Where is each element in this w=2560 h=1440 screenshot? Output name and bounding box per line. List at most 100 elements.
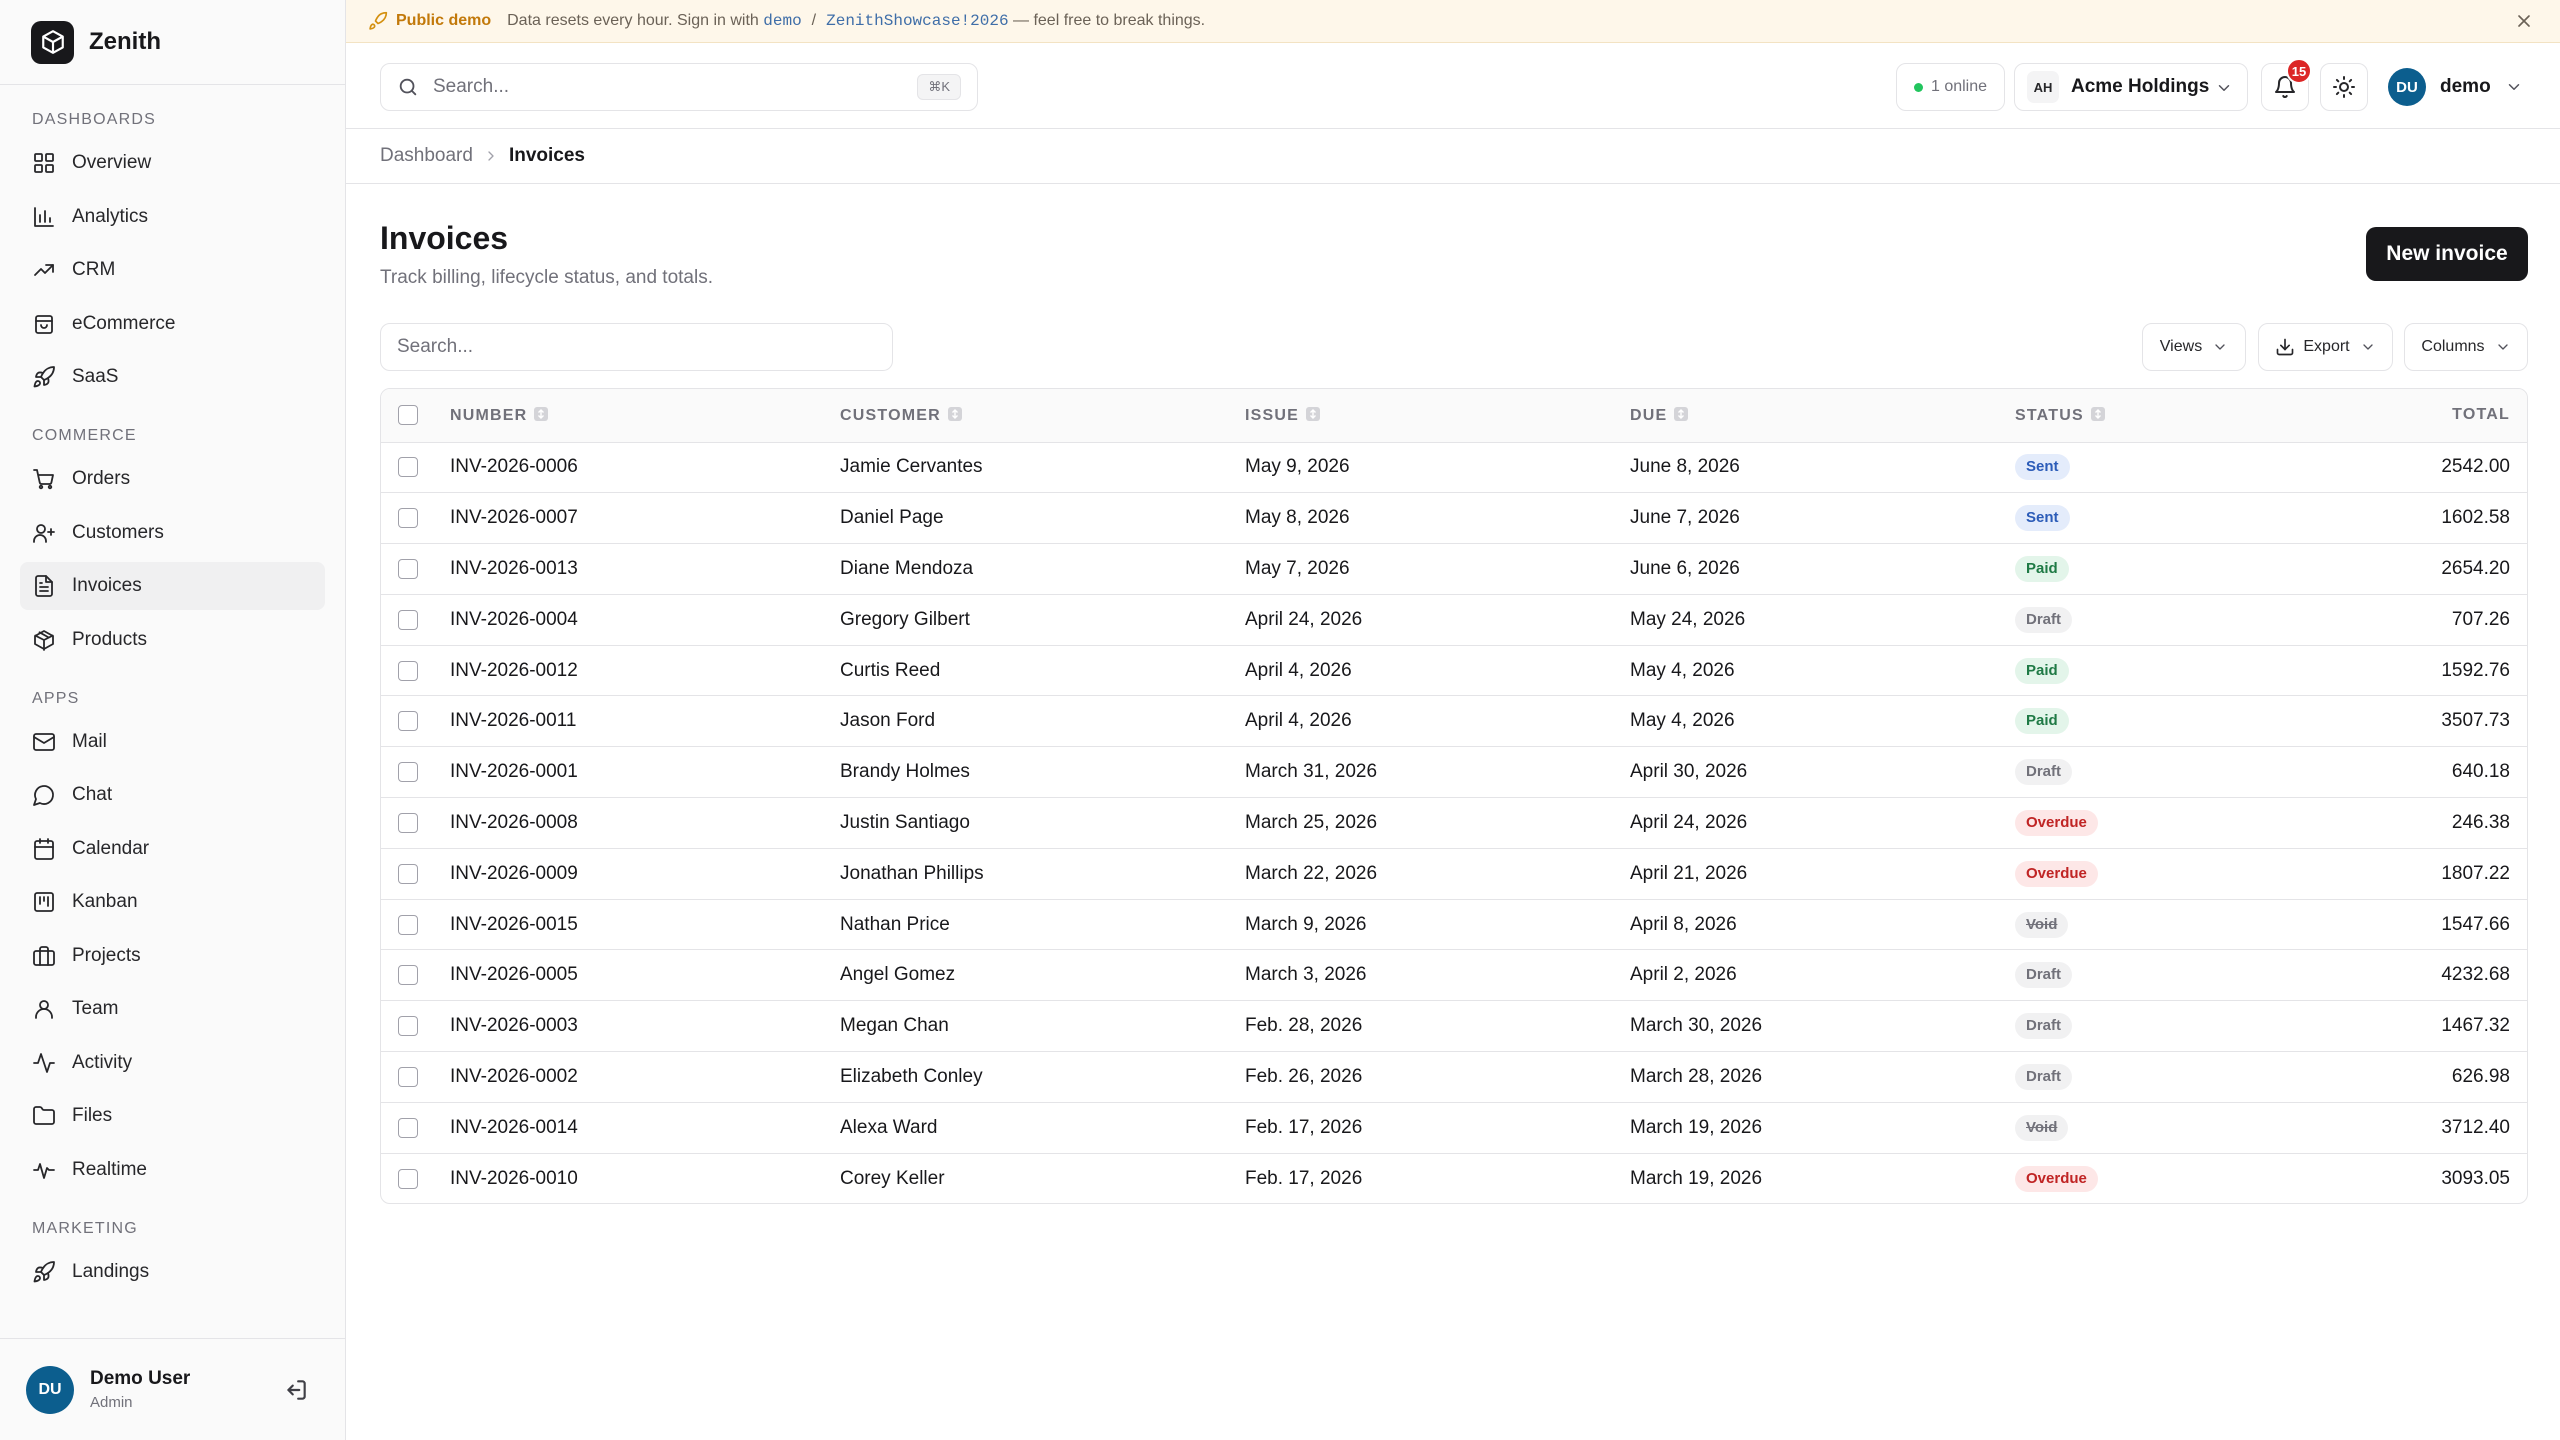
breadcrumb: Dashboard Invoices [346,129,2560,184]
banner-text: Data resets every hour. Sign in with [507,12,759,29]
column-header-customer[interactable]: CUSTOMER [840,389,1245,443]
sidebar-item-label: Invoices [72,575,142,596]
sidebar-item-crm[interactable]: CRM [20,246,325,294]
sidebar-item-team[interactable]: Team [20,985,325,1033]
sidebar-item-activity[interactable]: Activity [20,1039,325,1087]
status-badge: Paid [2015,555,2069,582]
sidebar-item-overview[interactable]: Overview [20,139,325,187]
export-button[interactable]: Export [2258,323,2393,371]
app: Zenith DASHBOARDS Overview Analytics CRM eCo… [0,0,2560,1440]
sidebar-item-label: CRM [72,259,116,280]
table-row[interactable]: INV-2026-0005 Angel Gomez March 3, 2026 Apr… [381,949,2527,1002]
row-select-cell [381,1051,450,1103]
row-checkbox[interactable] [398,711,418,732]
sidebar-item-invoices[interactable]: Invoices [20,562,325,610]
due-date: May 4, 2026 [1630,645,2015,697]
row-checkbox[interactable] [398,914,418,935]
pulse-icon [32,1158,56,1182]
new-invoice-button[interactable]: New invoice [2366,227,2528,281]
logout-icon[interactable] [283,1377,309,1403]
row-checkbox[interactable] [398,457,418,478]
table-row[interactable]: INV-2026-0013 Diane Mendoza May 7, 2026 Jun… [381,543,2527,595]
user-plus-icon [32,521,56,545]
sidebar-item-realtime[interactable]: Realtime [20,1146,325,1194]
table-row[interactable]: INV-2026-0015 Nathan Price March 9, 2026 Ap… [381,899,2527,951]
sidebar-item-customers[interactable]: Customers [20,509,325,557]
table-row[interactable]: INV-2026-0002 Elizabeth Conley Feb. 26, 20… [381,1051,2527,1103]
banner-note: — feel free to break things. [1013,12,1206,29]
status-badge: Paid [2015,708,2069,735]
sidebar-item-orders[interactable]: Orders [20,455,325,503]
column-header-total[interactable]: TOTAL [2265,389,2527,443]
avatar[interactable]: DU [26,1365,74,1414]
brand[interactable]: Zenith [0,0,345,85]
sidebar-item-saas[interactable]: SaaS [20,353,325,401]
table-row[interactable]: INV-2026-0010 Corey Keller Feb. 17, 2026 Ma… [381,1153,2527,1203]
chevron-down-icon [2497,344,2508,350]
row-checkbox[interactable] [398,863,418,884]
user-menu[interactable]: DU demo [2388,63,2523,111]
table-search-input[interactable] [380,323,893,371]
row-checkbox[interactable] [398,1117,418,1138]
select-all-checkbox[interactable] [398,405,418,426]
sidebar-item-chat[interactable]: Chat [20,771,325,819]
column-header-status[interactable]: STATUS [2015,389,2265,443]
row-checkbox[interactable] [398,1066,418,1087]
due-date: June 7, 2026 [1630,492,2015,545]
columns-button[interactable]: Columns [2404,323,2528,371]
row-checkbox[interactable] [398,812,418,833]
sidebar-item-products[interactable]: Products [20,616,325,664]
table-row[interactable]: INV-2026-0011 Jason Ford April 4, 2026 May … [381,695,2527,748]
org-name: Acme Holdings [2071,76,2210,97]
sidebar-item-ecommerce[interactable]: eCommerce [20,300,325,348]
row-checkbox[interactable] [398,558,418,579]
row-checkbox[interactable] [398,965,418,986]
sidebar-item-kanban[interactable]: Kanban [20,878,325,926]
user-menu-name: demo [2440,76,2491,97]
column-header-label: NUMBER [450,406,528,424]
row-checkbox[interactable] [398,508,418,529]
sidebar-item-files[interactable]: Files [20,1092,325,1140]
issue-date: Feb. 17, 2026 [1245,1102,1630,1154]
table-row[interactable]: INV-2026-0004 Gregory Gilbert April 24, 20… [381,594,2527,646]
global-search-input[interactable]: Search... ⌘K [380,63,978,111]
breadcrumb-parent[interactable]: Dashboard [380,145,473,167]
sidebar-item-mail[interactable]: Mail [20,718,325,766]
row-checkbox[interactable] [398,762,418,783]
org-switcher[interactable]: AH Acme Holdings [2014,63,2248,111]
customer-name: Jonathan Phillips [840,848,1245,900]
table-row[interactable]: INV-2026-0009 Jonathan Phillips March 22, … [381,848,2527,900]
search-icon [399,78,417,96]
column-header-number[interactable]: NUMBER [450,389,840,443]
status-badge: Draft [2015,1063,2073,1090]
table-row[interactable]: INV-2026-0003 Megan Chan Feb. 28, 2026 Marc… [381,1000,2527,1053]
sidebar-item-calendar[interactable]: Calendar [20,825,325,873]
sidebar-item-projects[interactable]: Projects [20,932,325,980]
theme-toggle-button[interactable] [2320,63,2368,111]
row-select-cell [381,848,450,900]
sidebar-item-landings[interactable]: Landings [20,1248,325,1296]
views-button[interactable]: Views [2142,323,2246,371]
row-checkbox[interactable] [398,1168,418,1189]
select-all-cell [381,389,450,443]
row-checkbox[interactable] [398,660,418,681]
close-icon[interactable] [2514,11,2534,31]
sidebar-item-label: Analytics [72,205,149,227]
table-row[interactable]: INV-2026-0007 Daniel Page May 8, 2026 June … [381,492,2527,545]
notifications-button[interactable]: 15 [2261,58,2312,111]
row-checkbox[interactable] [398,609,418,630]
invoice-number: INV-2026-0015 [450,899,840,951]
column-header-due[interactable]: DUE [1630,389,2015,443]
status-cell: Sent [2015,492,2265,545]
table-row[interactable]: INV-2026-0006 Jamie Cervantes May 9, 2026 J… [381,442,2527,494]
table-row[interactable]: INV-2026-0014 Alexa Ward Feb. 17, 2026 Marc… [381,1102,2527,1154]
table-row[interactable]: INV-2026-0012 Curtis Reed April 4, 2026 May… [381,645,2527,697]
sidebar-item-analytics[interactable]: Analytics [20,193,325,241]
banner-username: demo [763,12,802,30]
column-header-issue[interactable]: ISSUE [1245,389,1630,443]
table-row[interactable]: INV-2026-0008 Justin Santiago March 25, 20… [381,797,2527,849]
customer-name: Jason Ford [840,695,1245,748]
customer-name: Curtis Reed [840,645,1245,697]
row-checkbox[interactable] [398,1016,418,1037]
table-row[interactable]: INV-2026-0001 Brandy Holmes March 31, 2026… [381,746,2527,799]
